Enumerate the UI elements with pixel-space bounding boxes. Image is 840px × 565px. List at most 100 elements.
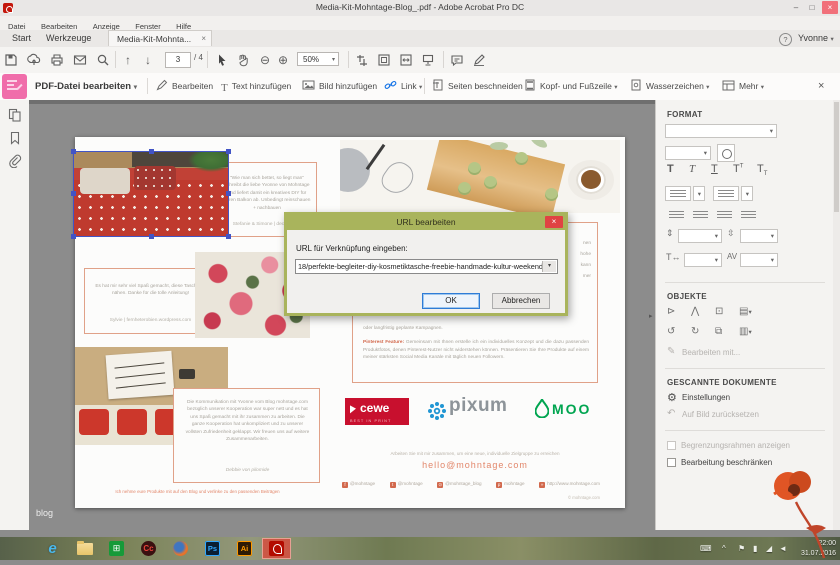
bullet-list-button[interactable] [665,186,691,201]
social-facebook[interactable]: f@mohntage [342,481,375,488]
watermark-button[interactable]: Wasserzeichen ▾ [630,73,709,102]
edit-with-item[interactable]: Bearbeiten mit... [682,348,740,357]
numbered-list-dropdown[interactable]: ▾ [741,186,753,201]
fit-page-icon[interactable] [377,53,391,67]
tool-title[interactable]: PDF-Datei bearbeiten ▾ [35,73,137,101]
selection-handle[interactable] [226,234,231,239]
underline-button[interactable]: T [711,163,718,175]
search-icon[interactable] [96,53,110,67]
page-number-input[interactable]: 3 [165,52,191,68]
revert-item[interactable]: Auf Bild zurücksetzen [682,410,759,419]
tray-action-center-icon[interactable]: ⚑ [738,537,745,560]
selected-image-bedding[interactable] [73,151,229,237]
tray-show-hidden-icon[interactable]: ^ [722,537,726,560]
image-baking-scene[interactable] [340,140,620,213]
numbered-list-button[interactable] [713,186,739,201]
rotate-ccw-icon[interactable]: ↺ [667,326,675,337]
subscript-button[interactable]: TT [757,163,767,177]
zoom-in-icon[interactable]: ⊕ [276,53,290,67]
selection-handle[interactable] [226,149,231,154]
font-size-select[interactable]: ▾ [665,146,711,160]
social-pinterest[interactable]: pmohntage [496,481,524,488]
bookmarks-icon[interactable] [8,131,22,145]
selection-handle[interactable] [226,191,231,196]
page-down-icon[interactable]: ↓ [141,53,155,67]
taskbar-creative-cloud[interactable]: Cc [134,538,163,559]
pdf-page[interactable]: "Wie man sich bettet, so liegt man" schr… [75,137,625,508]
page-transition-icon[interactable] [355,53,369,67]
bold-button[interactable]: T [667,163,674,175]
align-right-button[interactable] [717,211,732,220]
reading-mode-icon[interactable] [421,53,435,67]
char-spacing-select[interactable]: ▾ [740,253,778,267]
url-combobox[interactable]: ▾ [295,259,558,274]
align-justify-button[interactable] [741,211,756,220]
align-center-button[interactable] [693,211,708,220]
tab-close-icon[interactable]: × [201,31,206,47]
zoom-out-icon[interactable]: ⊖ [258,53,272,67]
bullet-list-dropdown[interactable]: ▾ [693,186,705,201]
font-color-button[interactable] [717,144,735,162]
font-family-select[interactable]: ▾ [665,124,777,138]
add-text-button[interactable]: TText hinzufügen [221,73,291,102]
dialog-title[interactable]: URL bearbeiten [287,215,565,230]
tab-start[interactable]: Start [12,30,31,47]
crop-object-icon[interactable]: ⊡ [715,306,723,317]
social-twitter[interactable]: t@mohntage [390,481,423,488]
ok-button[interactable]: OK [422,293,480,309]
edit-button[interactable]: Bearbeiten [156,73,213,102]
zoom-level-select[interactable]: 50% ▾ [297,52,339,66]
bounding-box-checkbox[interactable] [667,441,676,450]
taskbar-windows-store[interactable]: ⊞ [102,538,131,559]
taskbar-file-explorer[interactable] [70,538,99,559]
comment-icon[interactable] [450,53,464,67]
selection-handle[interactable] [149,149,154,154]
tray-keyboard-icon[interactable]: ⌨ [700,537,712,560]
replace-image-icon[interactable]: ⧉ [715,326,722,337]
tab-werkzeuge[interactable]: Werkzeuge [46,30,91,47]
social-instagram[interactable]: ⊙@mohntage_blog [437,481,481,488]
crop-pages-button[interactable]: Seiten beschneiden [432,73,523,102]
taskbar-illustrator[interactable]: Ai [230,538,259,559]
italic-button[interactable]: T [689,163,695,175]
add-image-button[interactable]: Bild hinzufügen [302,73,377,102]
flip-horizontal-icon[interactable]: ⊳ [667,306,675,317]
taskbar-photoshop[interactable]: Ps [198,538,227,559]
selection-handle[interactable] [71,191,76,196]
rotate-cw-icon[interactable]: ↻ [691,326,699,337]
user-menu[interactable]: Yvonne ▾ [798,30,834,48]
start-button[interactable] [6,538,35,559]
panel-scrollbar-thumb[interactable] [834,102,839,212]
close-tool-icon[interactable]: × [818,73,824,100]
fit-width-icon[interactable] [399,53,413,67]
line-spacing-select[interactable]: ▾ [678,229,722,243]
selection-handle[interactable] [149,234,154,239]
page-thumbnails-icon[interactable] [8,108,22,122]
attachments-icon[interactable] [8,154,22,168]
settings-item[interactable]: Einstellungen [682,393,730,402]
flip-vertical-icon[interactable]: ⋀ [691,306,699,317]
selection-handle[interactable] [71,149,76,154]
maximize-button[interactable]: □ [804,1,820,14]
selection-handle[interactable] [71,234,76,239]
tray-battery-icon[interactable]: ▮ [753,537,757,560]
quote3-frame[interactable]: Die Kommunikation mit Yvonne vom Blog mo… [173,388,320,483]
more-button[interactable]: Mehr ▾ [722,73,764,102]
hand-pan-icon[interactable] [236,53,250,67]
cloud-upload-icon[interactable] [27,53,41,67]
align-left-button[interactable] [669,211,684,220]
paragraph-spacing-select[interactable]: ▾ [740,229,778,243]
taskbar-firefox[interactable] [166,538,195,559]
link-button[interactable]: Link ▾ [384,73,422,102]
dialog-close-icon[interactable]: × [545,216,563,228]
panel-collapse-icon[interactable]: ▸ [649,312,653,320]
save-icon[interactable] [4,53,18,67]
arrange-objects-icon[interactable]: ▥▾ [739,326,752,337]
align-objects-icon[interactable]: ▤▾ [739,306,752,317]
email-icon[interactable] [73,53,87,67]
minimize-button[interactable]: – [788,1,804,14]
select-cursor-icon[interactable] [215,53,229,67]
taskbar-acrobat-active[interactable] [262,538,291,559]
cancel-button[interactable]: Abbrechen [492,293,550,309]
horizontal-scale-select[interactable]: ▾ [684,253,722,267]
